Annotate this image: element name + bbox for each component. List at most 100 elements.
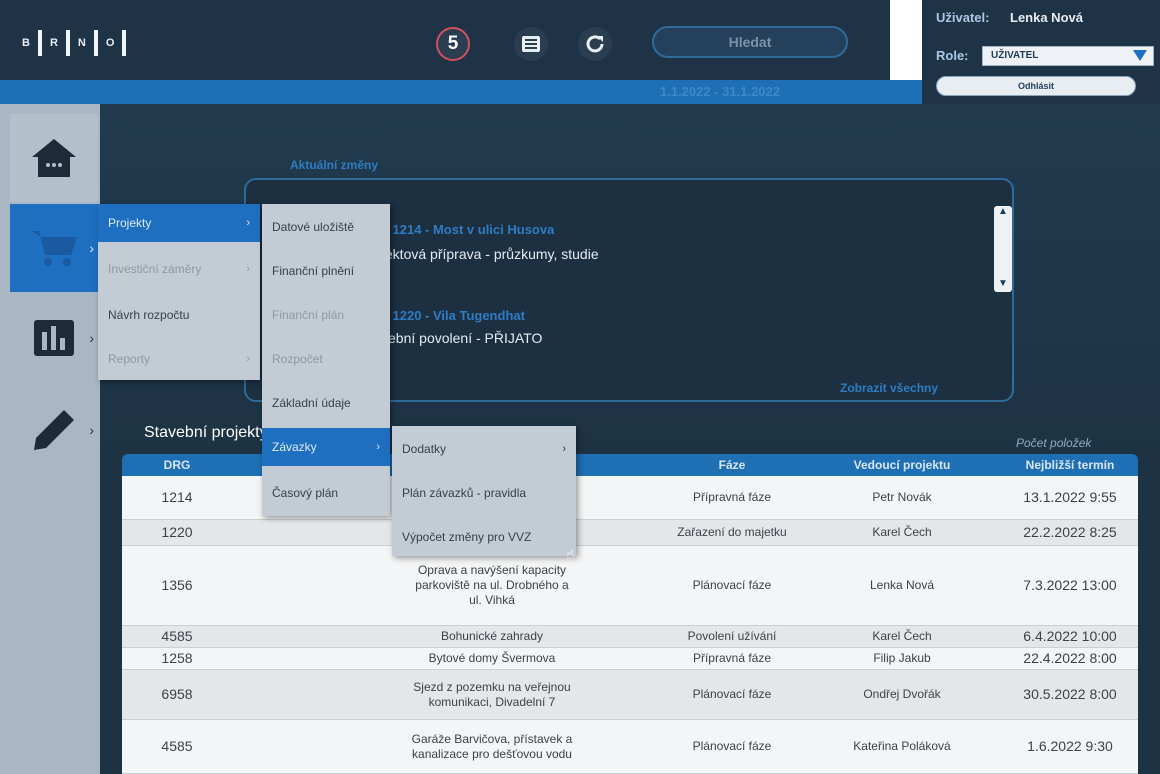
logo-bar xyxy=(37,30,42,56)
menu-item-dodatky[interactable]: Dodatky › xyxy=(392,430,576,468)
app-window: B R N O 5 Hledat Uživatel: Lenka Nová Ro… xyxy=(0,0,1160,774)
sidebar-item-home[interactable] xyxy=(10,114,98,202)
sidebar: › › › xyxy=(0,104,100,774)
cell-date: 22.4.2022 8:00 xyxy=(1023,650,1117,666)
menu-level-1: Projekty › Investiční záměry › Návrh roz… xyxy=(98,204,260,380)
cell-lead: Karel Čech xyxy=(872,525,932,539)
cell-drg: 1220 xyxy=(161,524,193,540)
sidebar-item-cart[interactable]: › xyxy=(10,204,98,292)
search-button[interactable]: Hledat xyxy=(652,26,848,58)
menu-item-label: Finanční plán xyxy=(272,308,345,322)
menu-item-navrh-rozpoctu[interactable]: Návrh rozpočtu xyxy=(98,296,260,334)
cell-date: 6.4.2022 10:00 xyxy=(1023,628,1117,644)
menu-item-label: Časový plán xyxy=(272,486,339,500)
brno-logo[interactable]: B R N O xyxy=(22,30,127,56)
date-strip xyxy=(0,80,922,104)
menu-item-label: Výpočet změny pro VVZ xyxy=(402,530,532,544)
table-row[interactable]: 4585 Garáže Barvičova, přístavek a kanal… xyxy=(122,720,1138,774)
cell-phase: Plánovací fáze xyxy=(692,687,772,701)
cell-date: 30.5.2022 8:00 xyxy=(1023,686,1117,702)
sidebar-item-edit[interactable]: › xyxy=(10,386,98,474)
menu-item-label: Návrh rozpočtu xyxy=(108,308,190,322)
menu-item-vypocet-zmeny-pro-vvz[interactable]: Výpočet změny pro VVZ xyxy=(392,518,576,556)
home-icon xyxy=(32,139,76,177)
cell-phase: Plánovací fáze xyxy=(692,739,772,753)
menu-item-financni-plneni[interactable]: Finanční plnění xyxy=(262,252,390,290)
cell-phase: Přípravná fáze xyxy=(692,651,772,665)
menu-item-casovy-plan[interactable]: Časový plán xyxy=(262,474,390,512)
list-view-button[interactable] xyxy=(514,27,548,61)
logo-letter-o: O xyxy=(105,37,115,49)
info-item-text: Projektová příprava - průzkumy, studie xyxy=(360,246,599,262)
logo-letter-r: R xyxy=(49,37,58,49)
menu-item-rozpocet[interactable]: Rozpočet xyxy=(262,340,390,378)
menu-item-zavazky[interactable]: Závazky › xyxy=(262,428,390,466)
logo-letter-n: N xyxy=(77,37,86,49)
cell-date: 7.3.2022 13:00 xyxy=(1023,577,1117,593)
refresh-icon xyxy=(586,35,604,53)
notification-count-badge[interactable]: 5 xyxy=(436,27,470,61)
item-count-label: Počet položek xyxy=(1016,436,1092,450)
dropdown-arrow-icon xyxy=(1133,50,1147,61)
menu-item-label: Finanční plnění xyxy=(272,264,355,278)
menu-item-label: Datové uložiště xyxy=(272,220,355,234)
cell-name: Sjezd z pozemku na veřejnou komunikaci, … xyxy=(413,679,571,709)
column-header-phase[interactable]: Fáze xyxy=(652,458,812,472)
role-label: Role: xyxy=(936,48,969,63)
mouse-cursor-icon: ☝ xyxy=(566,546,575,562)
column-header-next-date[interactable]: Nejbližší termín xyxy=(1002,458,1138,472)
cell-date: 1.6.2022 9:30 xyxy=(1027,738,1113,754)
top-bar: B R N O 5 Hledat xyxy=(0,0,890,80)
scroll-down-icon[interactable]: ▼ xyxy=(994,278,1012,292)
cell-drg: 1214 xyxy=(161,489,193,505)
menu-item-label: Závazky xyxy=(272,440,317,454)
user-panel: Uživatel: Lenka Nová Role: UŽIVATEL Odhl… xyxy=(922,0,1160,104)
menu-item-investicni-zamery[interactable]: Investiční záměry › xyxy=(98,250,260,288)
menu-item-label: Investiční záměry xyxy=(108,262,202,276)
cell-date: 22.2.2022 8:25 xyxy=(1023,524,1117,540)
role-select[interactable]: UŽIVATEL xyxy=(982,46,1154,66)
menu-item-financni-plan[interactable]: Finanční plán xyxy=(262,296,390,334)
chevron-right-icon: › xyxy=(376,441,380,453)
scroll-up-icon[interactable]: ▲ xyxy=(994,206,1012,220)
cell-phase: Plánovací fáze xyxy=(692,578,772,592)
menu-item-plan-zavazku-pravidla[interactable]: Plán závazků - pravidla xyxy=(392,474,576,512)
cell-lead: Ondřej Dvořák xyxy=(863,687,941,701)
menu-item-datove-uloziste[interactable]: Datové uložiště xyxy=(262,208,390,246)
info-scrollbar[interactable]: ▲ ▼ xyxy=(994,206,1012,292)
cell-phase: Povolení užívání xyxy=(687,629,777,643)
table-row[interactable]: 4585 Bohunické zahrady Povolení užívání … xyxy=(122,626,1138,648)
menu-item-label: Projekty xyxy=(108,216,152,230)
menu-item-zakladni-udaje[interactable]: Základní údaje xyxy=(262,384,390,422)
cell-lead: Lenka Nová xyxy=(869,578,935,592)
chevron-right-icon: › xyxy=(246,217,250,229)
table-row[interactable]: 1258 Bytové domy Švermova Přípravná fáze… xyxy=(122,648,1138,670)
projects-table: 1214 Přípravná fáze Petr Novák 13.1.2022… xyxy=(122,476,1138,774)
logo-bar xyxy=(93,30,98,56)
column-header-lead[interactable]: Vedoucí projektu xyxy=(812,458,992,472)
cell-drg: 4585 xyxy=(161,738,193,754)
chevron-right-icon: › xyxy=(89,422,94,438)
chevron-right-icon: › xyxy=(246,353,250,365)
date-range: 1.1.2022 - 31.1.2022 xyxy=(660,84,780,99)
menu-item-reporty[interactable]: Reporty › xyxy=(98,340,260,378)
menu-item-projekty[interactable]: Projekty › xyxy=(98,204,260,242)
cell-drg: 4585 xyxy=(161,628,193,644)
table-row[interactable]: 6958 Sjezd z pozemku na veřejnou komunik… xyxy=(122,670,1138,720)
menu-level-3: Dodatky › Plán závazků - pravidla Výpoče… xyxy=(392,426,576,556)
cell-drg: 6958 xyxy=(161,686,193,702)
sidebar-item-reports[interactable]: › xyxy=(10,294,98,382)
logout-button[interactable]: Odhlásit xyxy=(936,76,1136,96)
column-header-drg[interactable]: DRG xyxy=(122,458,232,472)
table-title: Stavební projekty xyxy=(144,424,268,441)
logo-bar xyxy=(65,30,70,56)
menu-item-label: Základní údaje xyxy=(272,396,351,410)
chevron-right-icon: › xyxy=(89,330,94,346)
cell-name: Bohunické zahrady xyxy=(440,629,544,643)
show-all-link[interactable]: Zobrazit všechny xyxy=(840,381,938,395)
menu-item-label: Rozpočet xyxy=(272,352,323,366)
cart-icon xyxy=(31,231,77,266)
table-row[interactable]: 1220 Vila Tugendhat Zařazení do majetku … xyxy=(122,520,1138,546)
refresh-button[interactable] xyxy=(578,27,612,61)
table-row[interactable]: 1356 Oprava a navýšení kapacity parkoviš… xyxy=(122,546,1138,626)
